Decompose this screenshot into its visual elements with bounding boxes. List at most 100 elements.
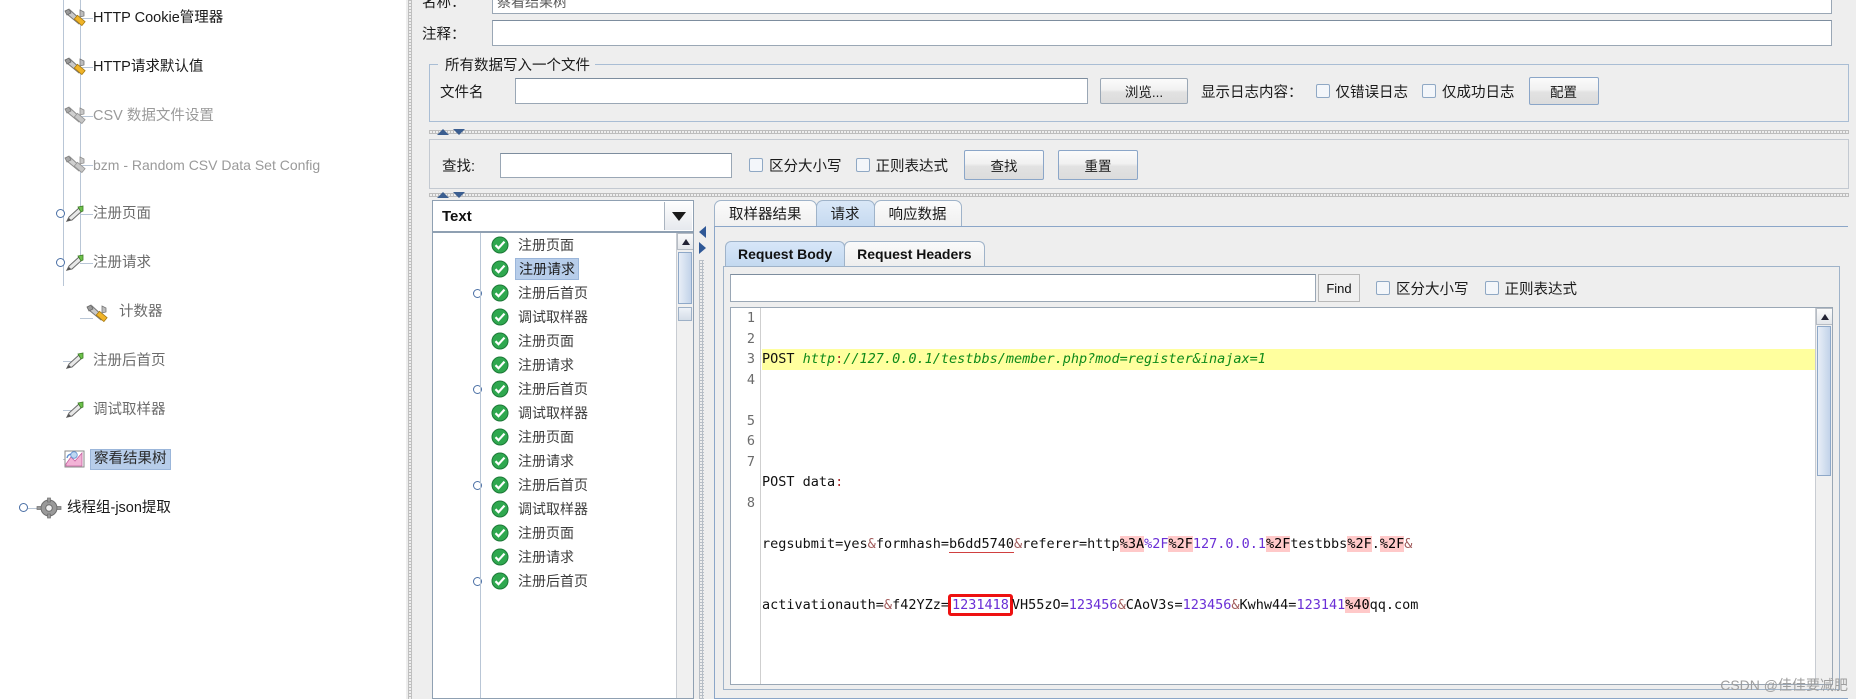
- list-item[interactable]: 调试取样器: [433, 497, 678, 521]
- search-regex-checkbox[interactable]: [855, 158, 870, 172]
- list-item[interactable]: 注册请求: [433, 353, 678, 377]
- comment-label: 注释：: [422, 26, 466, 43]
- list-item-label: 注册后首页: [518, 477, 588, 493]
- search-regex-wrap[interactable]: 正则表达式: [855, 155, 948, 176]
- tab-sampler-result[interactable]: 取样器结果: [714, 200, 817, 226]
- list-item[interactable]: 注册后首页: [433, 377, 678, 401]
- code-scrollbar[interactable]: [1815, 308, 1832, 684]
- request-regex-wrap[interactable]: 正则表达式: [1484, 278, 1578, 299]
- detail-pane-left-scroller[interactable]: [696, 200, 710, 699]
- list-item[interactable]: 注册页面: [433, 425, 678, 449]
- splitter-collapse-down-icon[interactable]: [453, 129, 465, 135]
- request-find-input[interactable]: [730, 274, 1316, 302]
- renderer-combo[interactable]: Text: [432, 200, 694, 232]
- request-regex-label: 正则表达式: [1504, 281, 1578, 298]
- success-only-checkbox-wrap[interactable]: 仅成功日志: [1422, 81, 1515, 102]
- log-display-label: 显示日志内容：: [1201, 84, 1303, 101]
- config-wrench-disabled-icon: [62, 106, 86, 126]
- chevron-down-icon[interactable]: [664, 202, 692, 230]
- list-item[interactable]: 注册后首页: [433, 281, 678, 305]
- errors-only-checkbox-wrap[interactable]: 仅错误日志: [1315, 81, 1409, 102]
- list-item-label: 调试取样器: [518, 309, 588, 325]
- tree-node-register-page[interactable]: 注册页面: [0, 202, 406, 226]
- comment-input[interactable]: [492, 20, 1832, 46]
- tab-request-headers[interactable]: Request Headers: [844, 241, 985, 266]
- success-icon: [491, 284, 509, 302]
- code-line-1: POST http://127.0.0.1/testbbs/member.php…: [762, 349, 1832, 370]
- split-pane-divider[interactable]: [406, 0, 414, 699]
- errors-only-label: 仅错误日志: [1335, 84, 1409, 101]
- list-item[interactable]: 注册请求: [433, 449, 678, 473]
- list-item[interactable]: 注册请求: [433, 257, 678, 281]
- tree-node-debug-sampler[interactable]: 调试取样器: [0, 398, 406, 422]
- request-case-sensitive-checkbox[interactable]: [1376, 281, 1390, 295]
- list-item[interactable]: 注册后首页: [433, 473, 678, 497]
- tab-request[interactable]: 请求: [815, 200, 875, 226]
- tree-node-bzm-random-csv[interactable]: bzm - Random CSV Data Set Config: [0, 153, 406, 177]
- search-case-sensitive-checkbox[interactable]: [749, 158, 763, 172]
- success-icon: [491, 236, 509, 254]
- success-icon: [491, 500, 509, 518]
- configure-button[interactable]: 配置: [1528, 77, 1599, 105]
- code-lines[interactable]: POST http://127.0.0.1/testbbs/member.php…: [762, 308, 1832, 684]
- request-body-code-view[interactable]: 1 2 3 4 5 6 7 8 POST http://127.0.0.1/te…: [730, 307, 1833, 685]
- scroll-up-icon[interactable]: [677, 233, 693, 250]
- list-item[interactable]: 调试取样器: [433, 401, 678, 425]
- success-icon: [491, 260, 509, 278]
- request-find-button[interactable]: Find: [1318, 274, 1360, 302]
- tree-node-label: bzm - Random CSV Data Set Config: [93, 156, 321, 173]
- splitter-middle[interactable]: [429, 190, 1849, 200]
- name-input[interactable]: 察看结果树: [492, 0, 1832, 14]
- code-gutter: 1 2 3 4 5 6 7 8: [731, 308, 761, 684]
- listener-editor-panel: 名称： 察看结果树 注释： 所有数据写入一个文件 文件名 浏览... 显示日志内…: [406, 0, 1856, 699]
- success-only-checkbox[interactable]: [1422, 84, 1436, 98]
- list-item[interactable]: 调试取样器: [433, 305, 678, 329]
- request-regex-checkbox[interactable]: [1484, 281, 1499, 295]
- tree-node-post-register-home[interactable]: 注册后首页: [0, 349, 406, 373]
- test-plan-tree[interactable]: HTTP Cookie管理器 HTTP请求默认值 CSV 数据文件设置 bzm …: [0, 0, 406, 699]
- search-input[interactable]: [500, 152, 732, 178]
- splitter-top[interactable]: [429, 127, 1849, 137]
- scroll-thumb[interactable]: [678, 252, 692, 304]
- search-button[interactable]: 查找: [964, 150, 1044, 180]
- list-item-label: 调试取样器: [518, 405, 588, 421]
- reset-button[interactable]: 重置: [1058, 150, 1138, 180]
- request-subtabstrip[interactable]: Request Body Request Headers: [725, 241, 985, 266]
- detail-tabstrip[interactable]: 取样器结果 请求 响应数据: [714, 200, 962, 226]
- list-item[interactable]: 注册后首页: [433, 569, 678, 593]
- tree-expander-toggle[interactable]: [19, 503, 28, 512]
- search-case-sensitive-wrap[interactable]: 区分大小写: [749, 155, 842, 176]
- tree-node-view-results-tree[interactable]: 察看结果树: [0, 447, 406, 471]
- splitter-collapse-down-icon-2[interactable]: [453, 192, 465, 198]
- code-scroll-thumb[interactable]: [1817, 326, 1831, 476]
- success-icon: [491, 548, 509, 566]
- tree-node-http-request-defaults[interactable]: HTTP请求默认值: [0, 55, 406, 79]
- success-icon: [491, 332, 509, 350]
- request-case-sensitive-wrap[interactable]: 区分大小写: [1376, 278, 1469, 299]
- errors-only-checkbox[interactable]: [1315, 84, 1330, 98]
- list-item[interactable]: 注册页面: [433, 329, 678, 353]
- tree-node-counter[interactable]: 计数器: [0, 300, 406, 324]
- list-item-label: 注册页面: [518, 237, 574, 253]
- filename-input[interactable]: [515, 78, 1088, 104]
- results-tree-scrollbar[interactable]: [676, 233, 693, 698]
- browse-button[interactable]: 浏览...: [1100, 78, 1188, 104]
- tree-node-http-cookie-manager[interactable]: HTTP Cookie管理器: [0, 6, 406, 30]
- panel-body: 名称： 察看结果树 注释： 所有数据写入一个文件 文件名 浏览... 显示日志内…: [414, 0, 1856, 699]
- tab-response-data[interactable]: 响应数据: [873, 200, 962, 226]
- list-item[interactable]: 注册页面: [433, 521, 678, 545]
- tree-node-csv-data-set-config[interactable]: CSV 数据文件设置: [0, 104, 406, 128]
- splitter-collapse-up-icon-2[interactable]: [437, 192, 449, 198]
- code-scroll-up-icon[interactable]: [1816, 308, 1832, 325]
- list-item[interactable]: 注册请求: [433, 545, 678, 569]
- list-item[interactable]: 注册页面: [433, 233, 678, 257]
- list-item-label: 注册后首页: [518, 573, 588, 589]
- splitter-collapse-up-icon[interactable]: [437, 129, 449, 135]
- outer-right-scrollbar[interactable]: [1848, 226, 1856, 699]
- tree-node-thread-group-json[interactable]: 线程组-json提取: [0, 496, 406, 520]
- thread-group-gear-icon: [36, 497, 62, 519]
- results-tree-list[interactable]: 注册页面 注册请求 注册后首页 调试取样器 注册页面 注册请求 注册后首页 调试…: [432, 232, 694, 699]
- tree-node-register-request[interactable]: 注册请求: [0, 251, 406, 275]
- tab-request-body[interactable]: Request Body: [725, 241, 846, 266]
